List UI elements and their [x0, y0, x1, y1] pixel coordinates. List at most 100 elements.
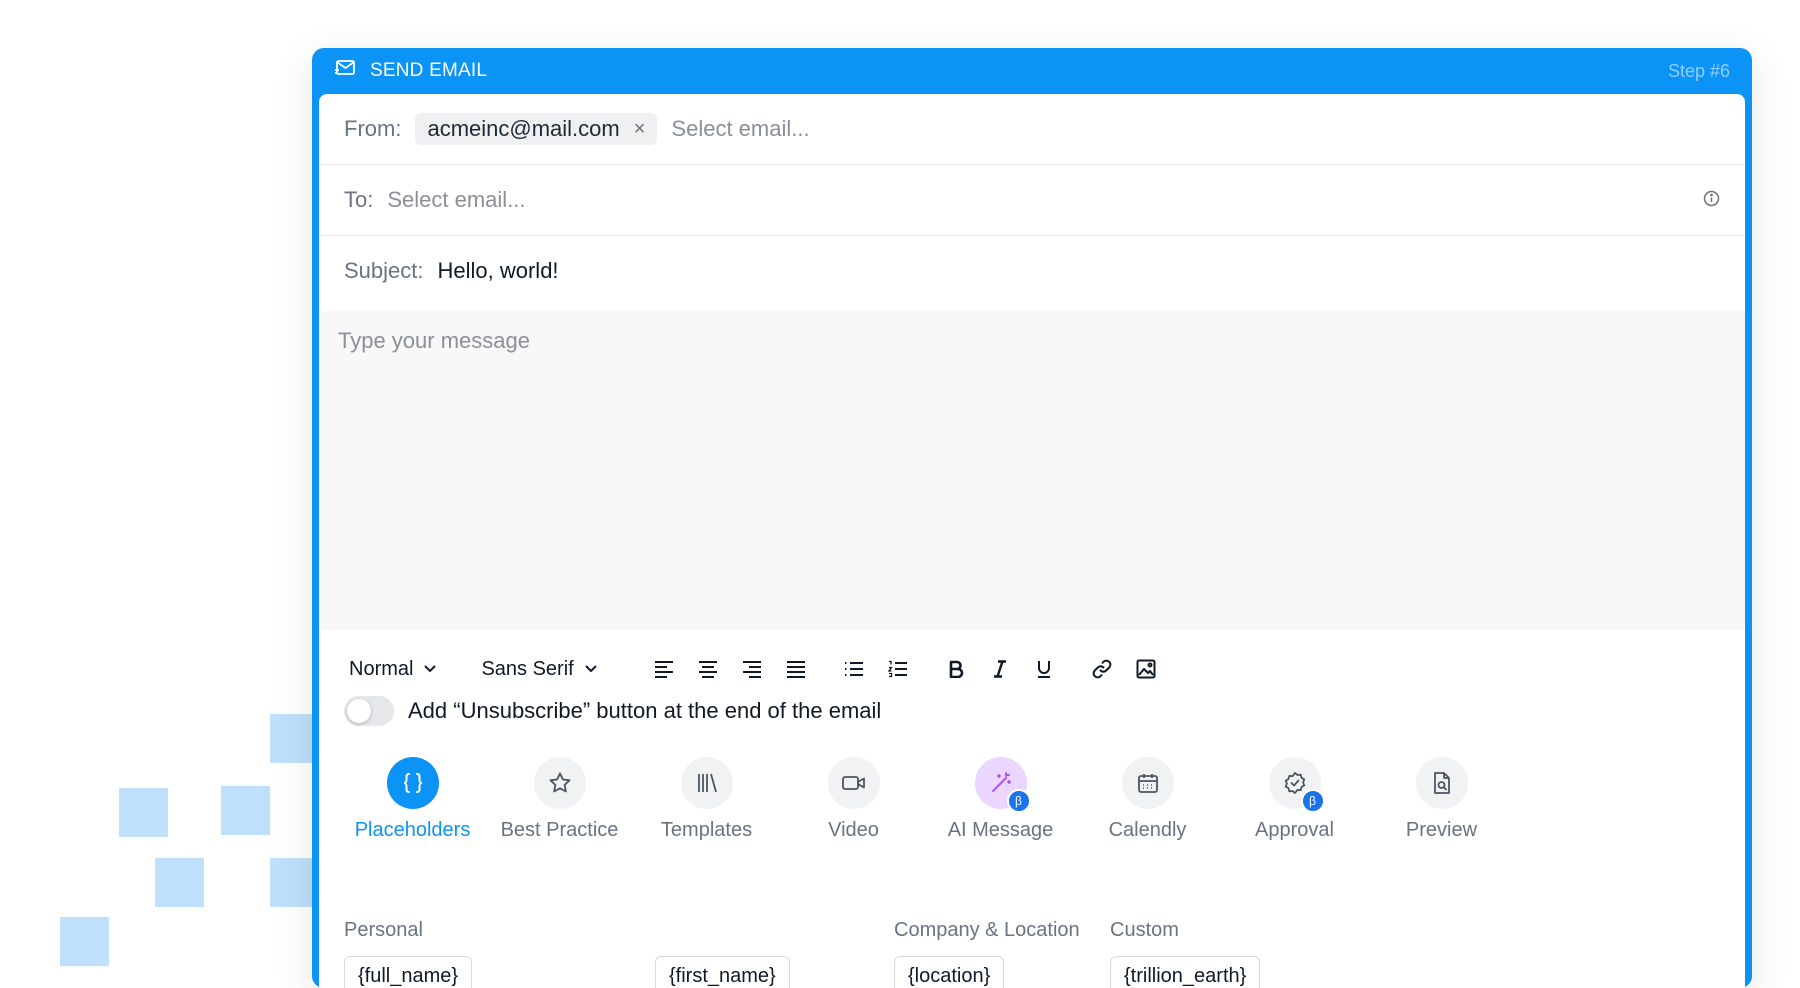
section-custom: Custom [1110, 919, 1179, 941]
tab-icon-circle [680, 757, 733, 809]
tab-label: AI Message [947, 819, 1054, 841]
italic-icon [993, 660, 1006, 678]
from-row: From: acmeinc@mail.com × Select email... [319, 94, 1745, 165]
numbered-list-icon [887, 660, 907, 678]
tab-label: Approval [1255, 819, 1334, 841]
tab-preview[interactable]: Preview [1368, 757, 1515, 842]
decor-square [119, 788, 168, 837]
section-personal: Personal [344, 919, 423, 941]
video-icon [841, 776, 865, 790]
decor-square [155, 858, 204, 907]
chevron-down-icon [585, 665, 597, 673]
beta-badge: β [1300, 789, 1325, 813]
italic-button[interactable] [978, 649, 1022, 689]
link-button[interactable] [1080, 649, 1124, 689]
align-justify-button[interactable] [774, 649, 818, 689]
tab-icon-circle: β [1268, 757, 1325, 813]
align-center-button[interactable] [686, 649, 730, 689]
braces-icon [403, 773, 422, 793]
placeholder-location[interactable]: {location} [894, 956, 1005, 988]
font-value: Sans Serif [481, 657, 574, 680]
file-search-icon [1433, 772, 1450, 794]
link-icon [1092, 659, 1112, 679]
placeholder-first-name[interactable]: {first_name} [655, 956, 790, 988]
from-label: From: [344, 116, 402, 141]
step-indicator: Step #6 [1667, 60, 1730, 81]
subject-row: Subject: Hello, world! [319, 236, 1745, 306]
tab-icon-circle [1415, 757, 1468, 809]
tab-label: Best Practice [500, 819, 619, 841]
align-right-icon [742, 661, 761, 678]
bullet-list-icon [844, 662, 863, 676]
library-icon [697, 773, 717, 793]
tab-label: Video [828, 819, 879, 841]
underline-icon [1037, 661, 1050, 678]
to-label: To: [344, 187, 374, 212]
format-toolbar: Normal Sans Serif [349, 648, 1168, 690]
tab-label: Preview [1405, 819, 1478, 841]
numbered-list-button[interactable] [876, 649, 920, 689]
image-icon [1136, 659, 1156, 679]
card-title: SEND EMAIL [370, 60, 488, 81]
align-right-button[interactable] [730, 649, 774, 689]
align-justify-icon [786, 661, 805, 678]
tab-label: Calendly [1108, 819, 1187, 841]
tab-ai-message[interactable]: β AI Message [927, 757, 1074, 842]
tab-label: Templates [660, 819, 753, 841]
from-email-input[interactable]: Select email... [671, 116, 809, 142]
email-form: From: acmeinc@mail.com × Select email...… [319, 94, 1745, 988]
to-row: To: Select email... [319, 165, 1745, 236]
decor-square [60, 917, 109, 966]
tab-label: Placeholders [354, 819, 471, 841]
align-left-button[interactable] [642, 649, 686, 689]
from-email-chip[interactable]: acmeinc@mail.com × [415, 113, 658, 145]
unsubscribe-label: Add “Unsubscribe” button at the end of t… [408, 698, 882, 723]
mail-send-icon [334, 59, 356, 84]
beta-badge: β [1006, 789, 1031, 813]
message-placeholder: Type your message [338, 328, 530, 353]
tool-tabs: Placeholders Best Practice Templates Vid… [339, 757, 1515, 842]
bold-button[interactable] [934, 649, 978, 689]
tab-icon-circle: β [974, 757, 1031, 813]
from-email-chip-text: acmeinc@mail.com [427, 116, 620, 141]
decor-square [221, 786, 270, 835]
underline-button[interactable] [1022, 649, 1066, 689]
tab-icon-circle [1121, 757, 1174, 809]
remove-chip-icon[interactable]: × [634, 118, 646, 141]
bullet-list-button[interactable] [832, 649, 876, 689]
tab-templates[interactable]: Templates [633, 757, 780, 842]
tab-icon-circle [386, 757, 439, 809]
align-center-icon [698, 661, 717, 678]
card-header: SEND EMAIL Step #6 [312, 48, 1752, 94]
section-company-location: Company & Location [894, 919, 1080, 941]
tab-approval[interactable]: β Approval [1221, 757, 1368, 842]
tab-best-practice[interactable]: Best Practice [486, 757, 633, 842]
tab-placeholders[interactable]: Placeholders [339, 757, 486, 842]
tab-video[interactable]: Video [780, 757, 927, 842]
align-left-icon [654, 661, 673, 678]
tab-calendly[interactable]: Calendly [1074, 757, 1221, 842]
message-editor[interactable]: Type your message [319, 311, 1745, 631]
text-style-value: Normal [349, 657, 414, 680]
placeholder-full-name[interactable]: {full_name} [344, 956, 473, 988]
info-icon[interactable] [1703, 187, 1720, 213]
badge-check-icon [1284, 772, 1305, 794]
to-email-input[interactable]: Select email... [387, 187, 525, 213]
text-style-select[interactable]: Normal [349, 658, 437, 681]
unsubscribe-toggle-row: Add “Unsubscribe” button at the end of t… [344, 696, 881, 726]
font-select[interactable]: Sans Serif [481, 658, 597, 681]
bold-icon [949, 660, 963, 678]
chevron-down-icon [424, 665, 437, 673]
unsubscribe-toggle[interactable] [344, 696, 394, 726]
tab-icon-circle [827, 757, 880, 809]
calendar-icon [1137, 774, 1158, 793]
placeholder-custom[interactable]: {trillion_earth} [1110, 956, 1261, 988]
image-button[interactable] [1124, 649, 1168, 689]
toggle-knob [347, 699, 371, 723]
tab-icon-circle [533, 757, 586, 809]
star-icon [549, 772, 570, 793]
magic-wand-icon [991, 772, 1011, 792]
subject-label: Subject: [344, 258, 424, 283]
subject-input[interactable]: Hello, world! [438, 258, 559, 284]
send-email-card: SEND EMAIL Step #6 From: acmeinc@mail.co… [312, 48, 1752, 988]
